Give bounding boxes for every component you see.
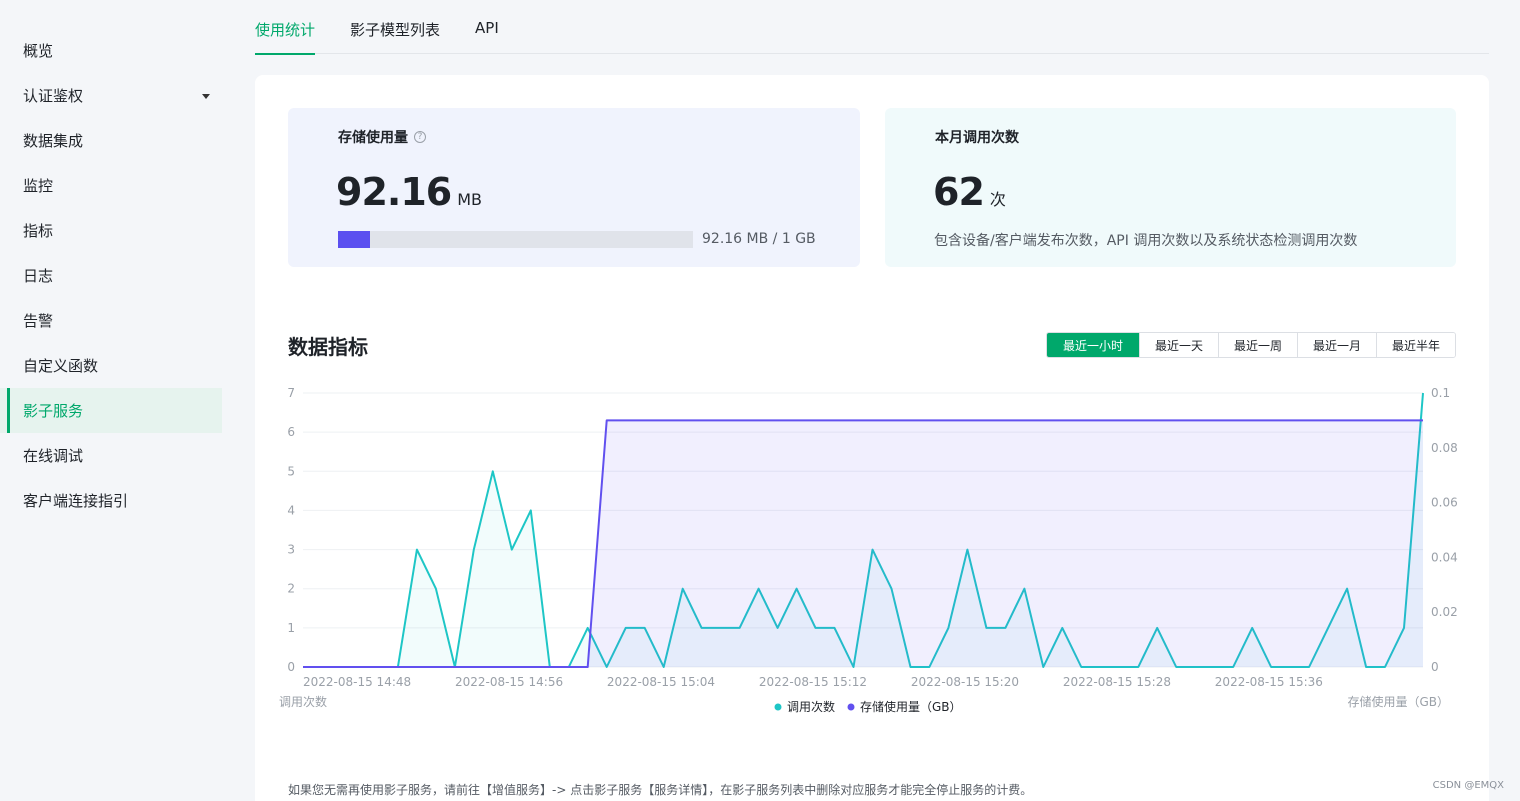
y-left-axis-label: 调用次数 xyxy=(279,694,327,709)
tab-api[interactable]: API xyxy=(475,0,499,54)
help-icon[interactable]: ? xyxy=(414,131,426,143)
sidebar-item-auth[interactable]: 认证鉴权 xyxy=(0,73,222,118)
y-right-tick-label: 0.06 xyxy=(1431,496,1458,510)
sidebar-item-label: 概览 xyxy=(23,42,54,60)
sidebar-item-monitoring[interactable]: 监控 xyxy=(0,163,222,208)
calls-number: 62 xyxy=(933,170,985,214)
y-left-tick-label: 0 xyxy=(287,660,295,674)
storage-unit: MB xyxy=(457,190,482,209)
calls-unit: 次 xyxy=(989,190,1006,209)
storage-progress-fill xyxy=(338,231,370,248)
calls-title-text: 本月调用次数 xyxy=(935,130,1019,146)
sidebar: 概览 认证鉴权 数据集成 监控 指标 日志 告警 自定义函数 影子服务 在线调试… xyxy=(0,0,232,801)
range-button-last-day[interactable]: 最近一天 xyxy=(1139,333,1218,357)
storage-value: 92.16 MB xyxy=(336,170,482,214)
storage-title-text: 存储使用量 xyxy=(338,130,408,146)
x-tick-label: 2022-08-15 14:48 xyxy=(303,675,411,689)
sidebar-item-label: 日志 xyxy=(23,267,54,285)
storage-stat-panel: 存储使用量 ? 92.16 MB 92.16 MB / 1 GB xyxy=(288,108,860,267)
sidebar-item-overview[interactable]: 概览 xyxy=(0,28,222,73)
storage-title: 存储使用量 ? xyxy=(338,127,426,147)
metrics-chart: 0 1 2 3 4 5 6 7 0 0.02 0.04 0.06 0.08 0.1 2022-08-15 1… xyxy=(279,386,1458,714)
range-button-last-month[interactable]: 最近一月 xyxy=(1297,333,1376,357)
sidebar-item-custom-functions[interactable]: 自定义函数 xyxy=(0,343,222,388)
y-left-tick-label: 1 xyxy=(287,621,295,635)
calls-value: 62 次 xyxy=(933,170,1006,214)
storage-progress-label: 92.16 MB / 1 GB xyxy=(702,231,816,247)
storage-progress-bar xyxy=(338,231,693,248)
x-tick-label: 2022-08-15 14:56 xyxy=(455,675,563,689)
storage-number: 92.16 xyxy=(336,170,452,214)
sidebar-item-label: 客户端连接指引 xyxy=(23,492,129,510)
x-tick-label: 2022-08-15 15:12 xyxy=(759,675,867,689)
y-right-tick-label: 0.08 xyxy=(1431,441,1458,455)
y-right-axis-label: 存储使用量（GB） xyxy=(1347,694,1449,709)
y-left-tick-label: 3 xyxy=(287,543,295,557)
range-button-last-half-year[interactable]: 最近半年 xyxy=(1376,333,1455,357)
sidebar-item-online-debug[interactable]: 在线调试 xyxy=(0,433,222,478)
sidebar-item-label: 数据集成 xyxy=(23,132,84,150)
y-left-tick-label: 6 xyxy=(287,425,295,439)
y-left-tick-label: 2 xyxy=(287,582,295,596)
calls-description: 包含设备/客户端发布次数，API 调用次数以及系统状态检测调用次数 xyxy=(934,233,1358,249)
y-left-tick-label: 7 xyxy=(287,386,295,400)
x-tick-label: 2022-08-15 15:04 xyxy=(607,675,715,689)
sidebar-item-label: 认证鉴权 xyxy=(23,87,84,105)
y-right-tick-label: 0.04 xyxy=(1431,550,1458,564)
usage-card: 存储使用量 ? 92.16 MB 92.16 MB / 1 GB 本月调用次数 … xyxy=(255,75,1489,801)
sidebar-item-metrics[interactable]: 指标 xyxy=(0,208,222,253)
tab-shadow-model-list[interactable]: 影子模型列表 xyxy=(350,0,440,54)
sidebar-item-label: 指标 xyxy=(23,222,54,240)
legend-marker xyxy=(774,703,782,711)
billing-footnote: 如果您无需再使用影子服务，请前往【增值服务】-> 点击影子服务【服务详情】，在影… xyxy=(288,783,1033,797)
legend-label: 存储使用量（GB） xyxy=(860,699,962,714)
tab-usage-stats[interactable]: 使用统计 xyxy=(255,0,316,55)
range-button-last-hour[interactable]: 最近一小时 xyxy=(1047,333,1139,357)
sidebar-item-label: 在线调试 xyxy=(23,447,84,465)
y-right-tick-label: 0 xyxy=(1431,660,1439,674)
y-left-tick-label: 5 xyxy=(287,464,295,478)
y-left-tick-label: 4 xyxy=(287,503,295,517)
x-tick-label: 2022-08-15 15:28 xyxy=(1063,675,1171,689)
x-tick-label: 2022-08-15 15:36 xyxy=(1215,675,1323,689)
sidebar-item-logs[interactable]: 日志 xyxy=(0,253,222,298)
y-right-tick-label: 0.02 xyxy=(1431,605,1458,619)
legend-label: 调用次数 xyxy=(787,699,835,714)
y-right-tick-label: 0.1 xyxy=(1431,386,1450,400)
tab-bar: 使用统计 影子模型列表 API xyxy=(255,0,1489,55)
calls-stat-panel: 本月调用次数 62 次 包含设备/客户端发布次数，API 调用次数以及系统状态检… xyxy=(885,108,1456,267)
sidebar-item-label: 影子服务 xyxy=(23,402,84,420)
sidebar-item-alerts[interactable]: 告警 xyxy=(0,298,222,343)
chevron-down-icon xyxy=(202,93,210,99)
metrics-title: 数据指标 xyxy=(288,335,368,359)
watermark: CSDN @EMQX xyxy=(1432,780,1504,791)
sidebar-item-client-guide[interactable]: 客户端连接指引 xyxy=(0,478,222,523)
time-range-selector: 最近一小时 最近一天 最近一周 最近一月 最近半年 xyxy=(1046,332,1456,358)
x-tick-label: 2022-08-15 15:20 xyxy=(911,675,1019,689)
sidebar-item-shadow-service[interactable]: 影子服务 xyxy=(0,388,222,433)
range-button-last-week[interactable]: 最近一周 xyxy=(1218,333,1297,357)
legend-marker xyxy=(847,703,855,711)
sidebar-item-label: 监控 xyxy=(23,177,54,195)
calls-title: 本月调用次数 xyxy=(935,127,1019,147)
sidebar-item-label: 告警 xyxy=(23,312,54,330)
sidebar-item-label: 自定义函数 xyxy=(23,357,99,375)
sidebar-item-data-integration[interactable]: 数据集成 xyxy=(0,118,222,163)
